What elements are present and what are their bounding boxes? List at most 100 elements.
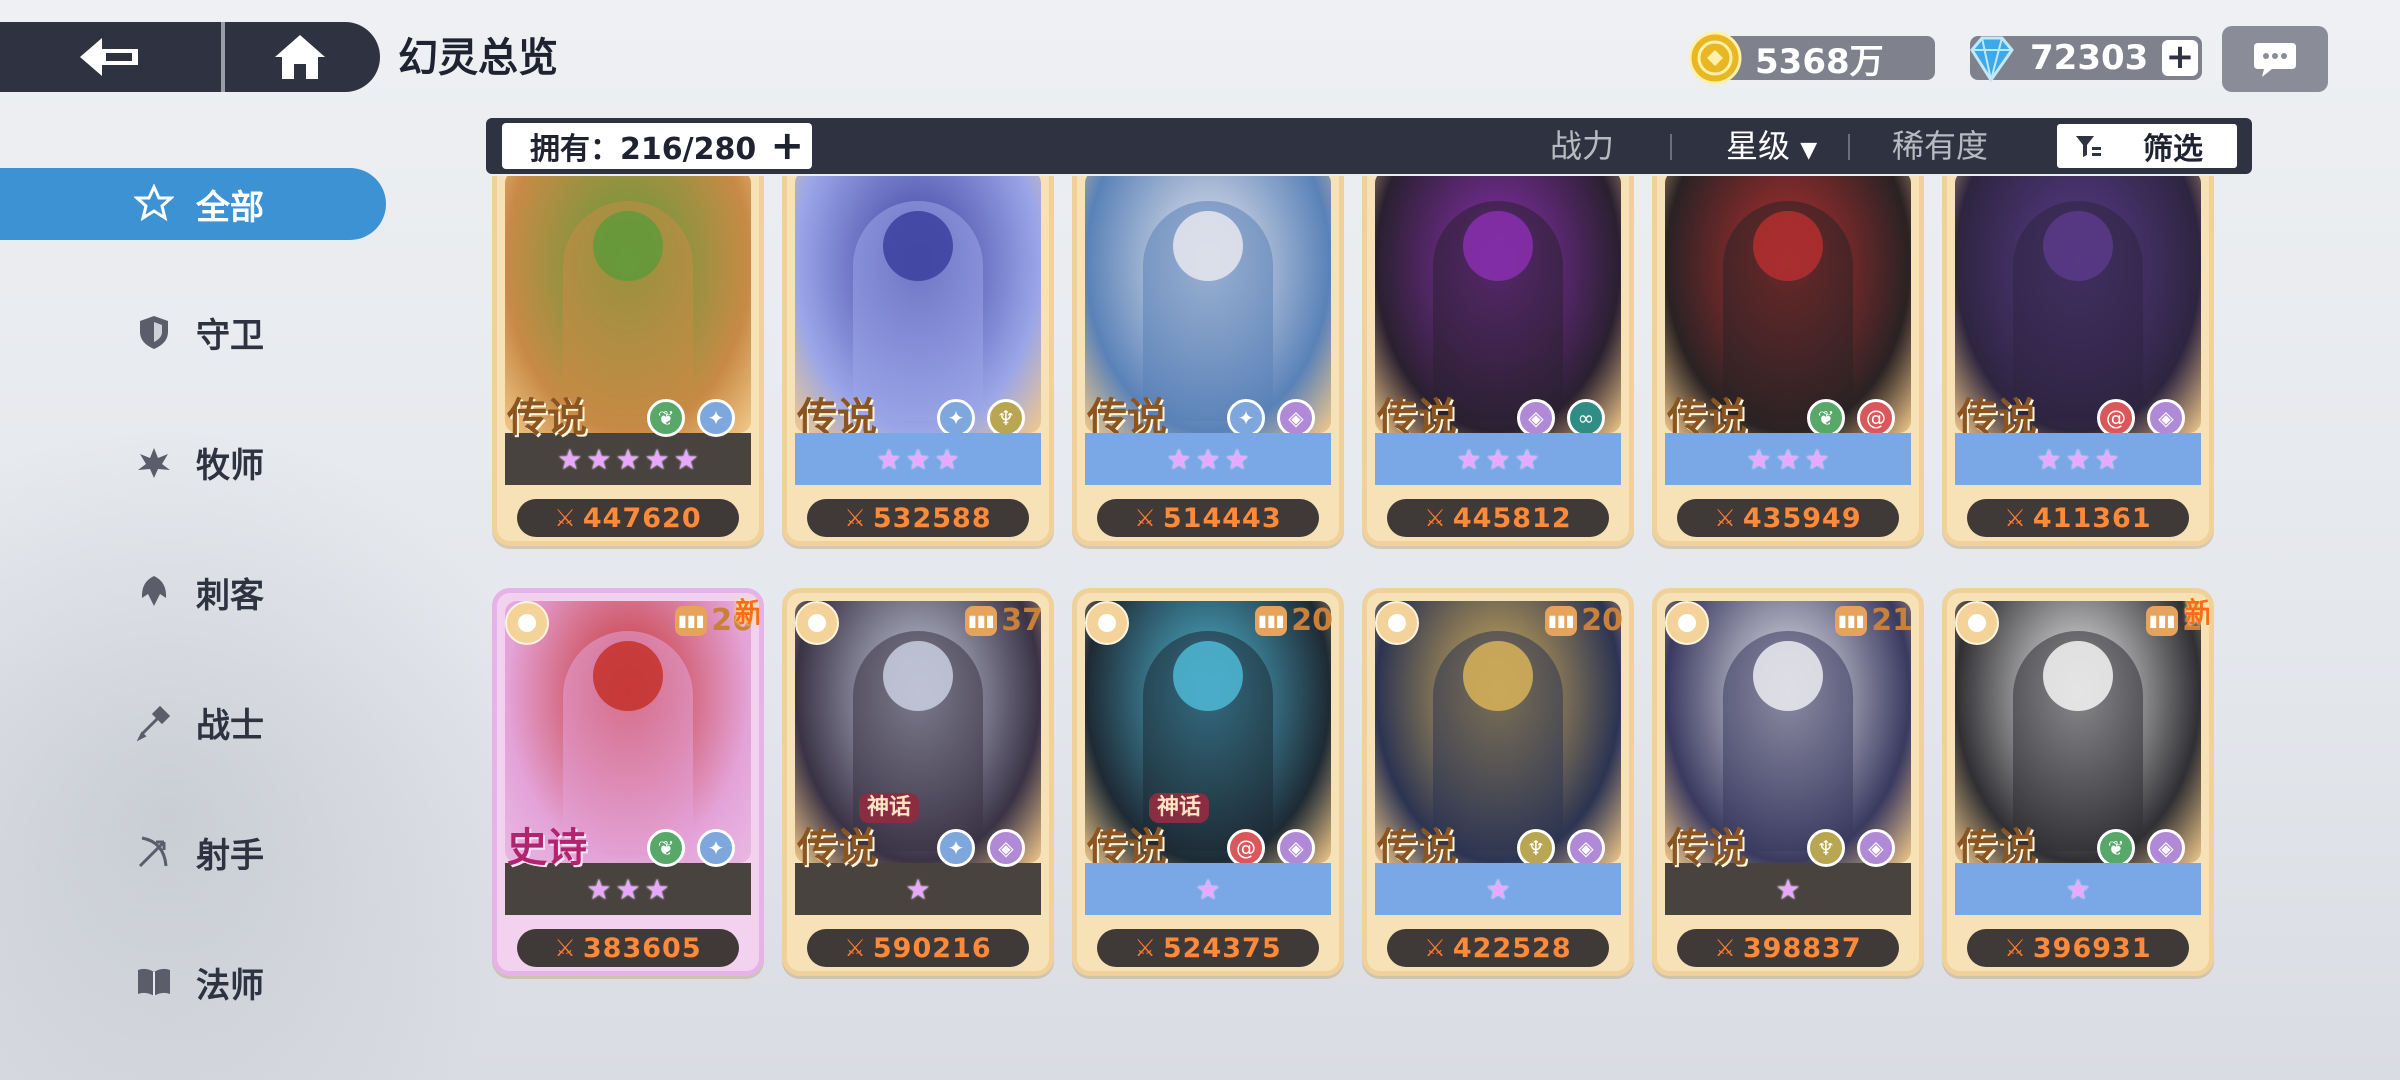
back-button[interactable] <box>0 22 225 92</box>
star-rating: ★ ★ ★ <box>1665 433 1911 485</box>
sidebar-item-6[interactable]: 法师 <box>0 946 386 1018</box>
level-icon: ▮▮▮ <box>1835 605 1868 636</box>
void-element-icon: ◈ <box>987 829 1025 867</box>
divider <box>1848 134 1850 160</box>
sidebar-item-5[interactable]: 射手 <box>0 816 386 888</box>
sort-star[interactable]: 星级 ▼ <box>1726 126 1817 166</box>
star-rating: ★ <box>1665 863 1911 915</box>
character-card[interactable]: ▮▮▮ 20 传说 神话 @ ◈ ★ ⚔ 524375 <box>1072 588 1344 976</box>
divider <box>1670 134 1672 160</box>
star-icon: ★ <box>673 442 699 476</box>
star-icon: ★ <box>2094 442 2120 476</box>
character-card[interactable]: ▮▮▮ 26 新史诗 ❦ ✦ ★ ★ ★ ⚔ 383605 <box>492 588 764 976</box>
level-value: 20 <box>1581 603 1623 638</box>
crossed-swords-icon: ⚔ <box>1424 934 1447 962</box>
void-element-icon: ◈ <box>1517 399 1555 437</box>
warrior-icon <box>136 705 171 742</box>
filter-button[interactable]: 筛选 <box>2054 121 2240 171</box>
back-arrow-icon <box>79 38 138 76</box>
power-number: 396931 <box>2032 932 2152 964</box>
myth-tag: 神话 <box>1149 793 1210 823</box>
character-card[interactable]: 传说 @ ◈ ★ ★ ★ ⚔ 411361 <box>1942 176 2214 546</box>
sort-power[interactable]: 战力 <box>1550 126 1614 166</box>
class-icon <box>1665 601 1709 645</box>
holy-element-icon: ♆ <box>987 399 1025 437</box>
void-element-icon: ◈ <box>2147 399 2185 437</box>
level-value: 20 <box>1291 603 1333 638</box>
new-badge: 新 <box>2184 596 2213 629</box>
frost-element-icon: ✦ <box>937 829 975 867</box>
sidebar-item-4[interactable]: 战士 <box>0 686 386 758</box>
power-number: 445812 <box>1452 502 1572 534</box>
level-badge: ▮▮▮ 37 <box>965 603 1043 638</box>
frost-element-icon: ✦ <box>1227 399 1265 437</box>
void-element-icon: ◈ <box>1567 829 1605 867</box>
crossed-swords-icon: ⚔ <box>1424 504 1447 532</box>
character-card[interactable]: ▮▮▮ 2 新传说 ❦ ◈ ★ ⚔ 396931 <box>1942 588 2214 976</box>
crossed-swords-icon: ⚔ <box>844 934 867 962</box>
gem-counter[interactable]: 72303 + <box>1970 36 2202 83</box>
character-card[interactable]: 传说 ◈ ∞ ★ ★ ★ ⚔ 445812 <box>1362 176 1634 546</box>
character-head <box>883 211 953 281</box>
star-rating: ★ ★ ★ <box>1085 433 1331 485</box>
filter-bar: 拥有：216/280 + 战力 星级 ▼ 稀有度 筛选 <box>486 118 2252 174</box>
power-value: ⚔ 445812 <box>1387 499 1609 537</box>
character-card[interactable]: 传说 ❦ ✦ ★ ★ ★ ★ ★ ⚔ 447620 <box>492 176 764 546</box>
holy-element-icon: ♆ <box>1517 829 1555 867</box>
sidebar-item-2[interactable]: 牧师 <box>0 426 386 498</box>
sidebar-item-0[interactable]: 全部 <box>0 168 386 240</box>
star-rating: ★ <box>1085 863 1331 915</box>
star-icon: ★ <box>1514 442 1540 476</box>
level-icon: ▮▮▮ <box>965 605 998 636</box>
sort-rarity[interactable]: 稀有度 <box>1892 126 1988 166</box>
new-badge: 新 <box>734 596 763 629</box>
character-head <box>1173 211 1243 281</box>
character-card[interactable]: ▮▮▮ 21 传说 ♆ ◈ ★ ⚔ 398837 <box>1652 588 1924 976</box>
power-number: 398837 <box>1742 932 1862 964</box>
star-icon: ★ <box>2065 442 2091 476</box>
character-card[interactable]: ▮▮▮ 37 传说 神话 ✦ ◈ ★ ⚔ 590216 <box>782 588 1054 976</box>
owned-counter[interactable]: 拥有：216/280 + <box>502 123 812 169</box>
class-icon <box>1375 601 1419 645</box>
star-icon: ★ <box>1746 442 1772 476</box>
sidebar-item-3[interactable]: 刺客 <box>0 556 386 628</box>
crossed-swords-icon: ⚔ <box>554 504 577 532</box>
power-value: ⚔ 383605 <box>517 929 739 967</box>
star-rating: ★ ★ ★ <box>1955 433 2201 485</box>
chat-button[interactable] <box>2222 26 2328 92</box>
power-number: 411361 <box>2032 502 2152 534</box>
power-value: ⚔ 447620 <box>517 499 739 537</box>
power-value: ⚔ 435949 <box>1677 499 1899 537</box>
star-icon: ★ <box>934 442 960 476</box>
sidebar-item-label: 牧师 <box>196 445 264 486</box>
crossed-swords-icon: ⚔ <box>1714 504 1737 532</box>
star-icon: ★ <box>557 442 583 476</box>
class-icon <box>1085 601 1129 645</box>
nature-element-icon: ❦ <box>647 399 685 437</box>
star-rating: ★ ★ ★ <box>505 863 751 915</box>
page-title: 幻灵总览 <box>398 35 558 81</box>
character-head <box>1753 641 1823 711</box>
class-icon <box>505 601 549 645</box>
expand-capacity-button[interactable]: + <box>770 125 804 167</box>
character-head <box>1753 211 1823 281</box>
character-card[interactable]: 传说 ✦ ◈ ★ ★ ★ ⚔ 514443 <box>1072 176 1344 546</box>
star-icon: ★ <box>1195 872 1221 906</box>
gold-counter[interactable]: 5368万 <box>1688 31 1935 85</box>
star-rating: ★ ★ ★ <box>795 433 1041 485</box>
owned-count: 拥有：216/280 <box>530 132 757 167</box>
nature-element-icon: ❦ <box>647 829 685 867</box>
home-button[interactable] <box>225 22 375 92</box>
power-number: 590216 <box>872 932 992 964</box>
add-gems-button[interactable]: + <box>2162 40 2198 76</box>
sidebar-item-label: 刺客 <box>196 575 264 616</box>
character-card[interactable]: 传说 ✦ ♆ ★ ★ ★ ⚔ 532588 <box>782 176 1054 546</box>
myth-tag: 神话 <box>859 793 920 823</box>
character-card[interactable]: 传说 ❦ @ ★ ★ ★ ⚔ 435949 <box>1652 176 1924 546</box>
void-element-icon: ◈ <box>1277 829 1315 867</box>
sidebar-item-1[interactable]: 守卫 <box>0 296 386 368</box>
star-icon: ★ <box>1485 442 1511 476</box>
sidebar-item-label: 全部 <box>196 187 264 228</box>
sidebar-item-label: 法师 <box>196 965 264 1006</box>
character-card[interactable]: ▮▮▮ 20 传说 ♆ ◈ ★ ⚔ 422528 <box>1362 588 1634 976</box>
